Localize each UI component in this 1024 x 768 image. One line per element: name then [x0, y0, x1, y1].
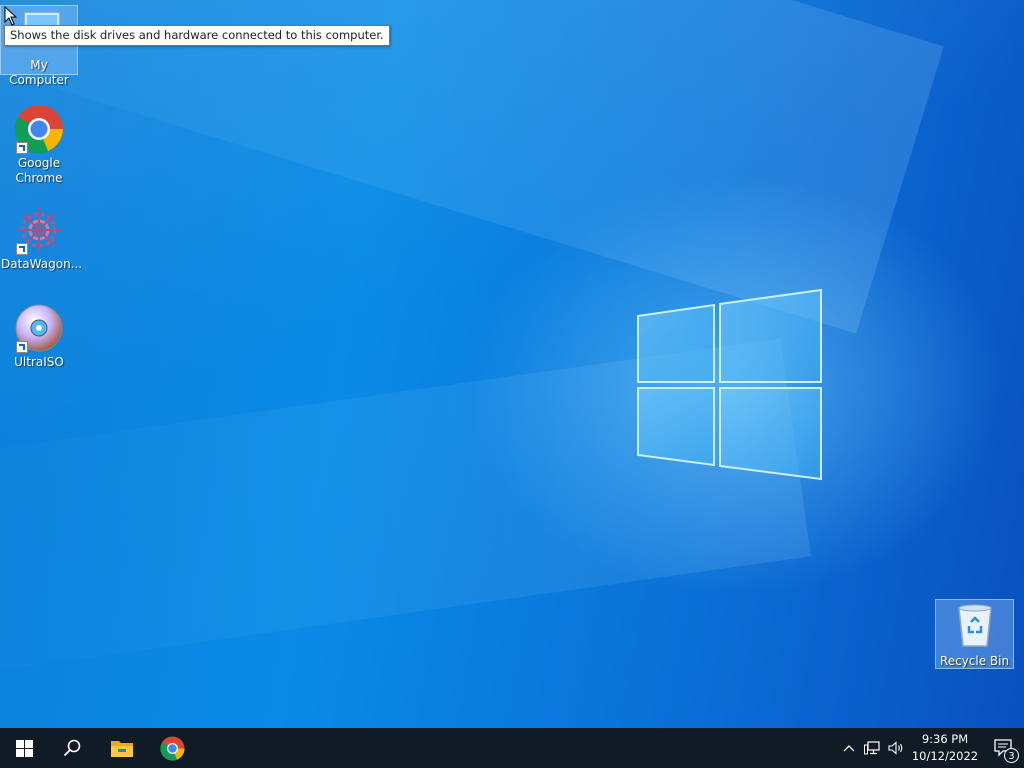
taskbar: 9:36 PM 10/12/2022 3 — [0, 728, 1024, 768]
speaker-icon — [888, 741, 903, 755]
recycle-bin-icon — [950, 602, 1000, 652]
clock-date: 10/12/2022 — [911, 749, 979, 763]
windows-logo — [637, 289, 822, 481]
desktop-icon-google-chrome[interactable]: Google Chrome — [1, 104, 77, 186]
notification-count-badge: 3 — [1004, 748, 1019, 763]
volume-button[interactable] — [884, 728, 908, 768]
desktop-icon-label: My Computer — [9, 58, 69, 87]
chevron-up-icon — [843, 745, 855, 752]
clock[interactable]: 9:36 PM 10/12/2022 — [908, 731, 982, 765]
desktop-icon-ultraiso[interactable]: UltraISO — [1, 303, 77, 370]
action-center-button[interactable]: 3 — [982, 728, 1024, 768]
show-hidden-icons-button[interactable] — [838, 728, 860, 768]
chrome-icon — [14, 104, 64, 154]
search-icon — [63, 739, 81, 757]
network-icon — [864, 741, 880, 755]
desktop-icon-label: DataWagon... — [1, 257, 83, 271]
shortcut-arrow-icon — [16, 341, 28, 353]
system-tray: 9:36 PM 10/12/2022 3 — [838, 728, 1024, 768]
tooltip: Shows the disk drives and hardware conne… — [4, 25, 390, 46]
taskbar-chrome[interactable] — [148, 728, 196, 768]
desktop-icon-recycle-bin[interactable]: Recycle Bin — [935, 599, 1014, 669]
datawagon-icon — [14, 205, 64, 255]
light-beam-upper — [0, 0, 944, 334]
start-icon — [15, 739, 33, 757]
shortcut-arrow-icon — [16, 142, 28, 154]
network-button[interactable] — [860, 728, 884, 768]
desktop-icon-datawagon[interactable]: DataWagon... — [1, 205, 83, 272]
desktop-icon-label: Recycle Bin — [939, 654, 1010, 668]
ultraiso-icon — [14, 303, 64, 353]
shortcut-arrow-icon — [16, 243, 28, 255]
clock-time: 9:36 PM — [921, 732, 969, 746]
chrome-icon — [159, 736, 184, 761]
search-button[interactable] — [48, 728, 96, 768]
desktop-icon-label: UltraISO — [14, 355, 64, 369]
desktop-icon-label: Google Chrome — [15, 156, 63, 185]
file-explorer-icon — [111, 741, 133, 757]
mouse-cursor-icon — [4, 6, 18, 26]
taskbar-file-explorer[interactable] — [98, 728, 146, 768]
start-button[interactable] — [0, 728, 48, 768]
